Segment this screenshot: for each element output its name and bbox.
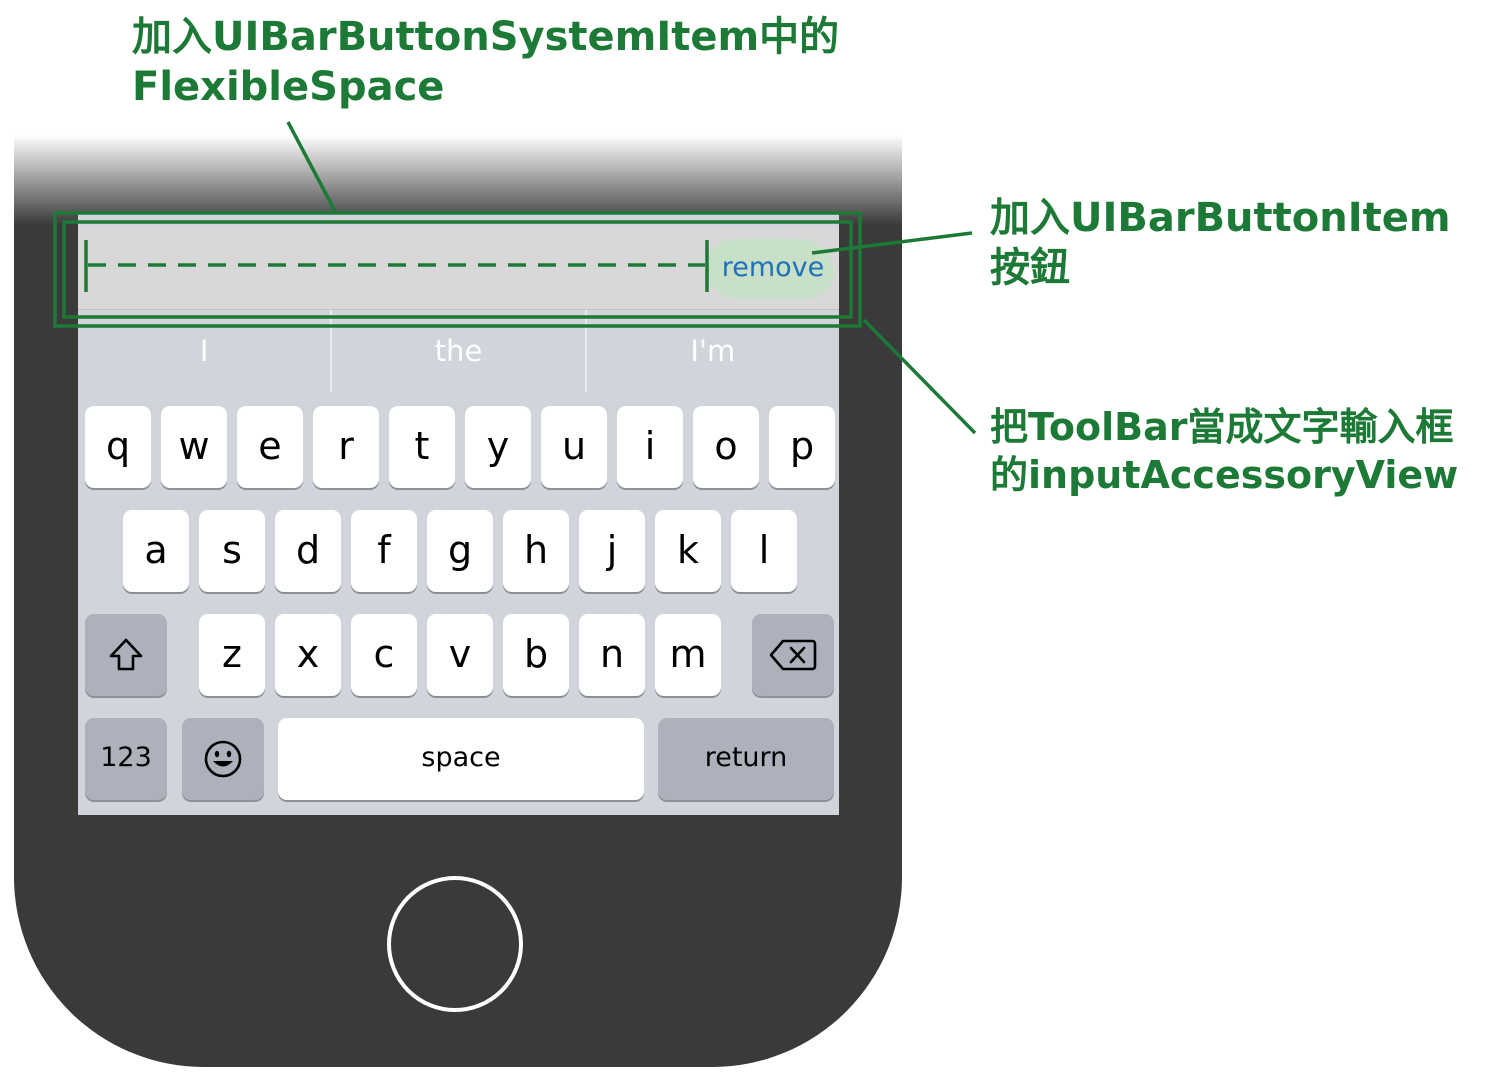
accessory-note-line2: 的inputAccessoryView: [990, 452, 1459, 497]
flexible-space-note-line1: 加入UIBarButtonSystemItem中的: [132, 14, 840, 60]
key-k[interactable]: k: [655, 510, 721, 592]
phone-top-fade: [14, 135, 902, 225]
accessory-note: 把ToolBar當成文字輸入框 的inputAccessoryView: [990, 404, 1458, 499]
key-s[interactable]: s: [199, 510, 265, 592]
return-key[interactable]: return: [658, 718, 834, 800]
suggestion-3[interactable]: I'm: [587, 310, 839, 392]
key-i[interactable]: i: [617, 406, 683, 488]
emoji-icon: [204, 740, 242, 778]
shift-icon: [109, 638, 143, 671]
key-r[interactable]: r: [313, 406, 379, 488]
key-v[interactable]: v: [427, 614, 493, 696]
key-o[interactable]: o: [693, 406, 759, 488]
suggestion-bar: I the I'm: [78, 310, 839, 392]
key-p[interactable]: p: [769, 406, 835, 488]
flexible-space-note-line2: FlexibleSpace: [132, 64, 445, 110]
key-h[interactable]: h: [503, 510, 569, 592]
bar-button-note-line1: 加入UIBarButtonItem: [990, 195, 1451, 241]
suggestion-2[interactable]: the: [332, 310, 584, 392]
key-b[interactable]: b: [503, 614, 569, 696]
remove-button[interactable]: remove: [718, 251, 828, 285]
key-j[interactable]: j: [579, 510, 645, 592]
space-key[interactable]: space: [278, 718, 644, 800]
key-e[interactable]: e: [237, 406, 303, 488]
shift-key[interactable]: [85, 614, 167, 696]
key-m[interactable]: m: [655, 614, 721, 696]
key-z[interactable]: z: [199, 614, 265, 696]
numbers-key[interactable]: 123: [85, 718, 167, 800]
bar-button-note-line2: 按鈕: [990, 245, 1070, 291]
accessory-note-line1: 把ToolBar當成文字輸入框: [990, 405, 1454, 449]
key-t[interactable]: t: [389, 406, 455, 488]
toolbar: remove: [78, 227, 839, 310]
key-w[interactable]: w: [161, 406, 227, 488]
key-x[interactable]: x: [275, 614, 341, 696]
key-c[interactable]: c: [351, 614, 417, 696]
key-d[interactable]: d: [275, 510, 341, 592]
emoji-key[interactable]: [182, 718, 264, 800]
key-n[interactable]: n: [579, 614, 645, 696]
flexible-space-note: 加入UIBarButtonSystemItem中的 FlexibleSpace: [132, 12, 839, 112]
bar-button-note: 加入UIBarButtonItem 按鈕: [990, 193, 1451, 293]
phone-body: remove I the I'm q w e r t y u i o p a s…: [14, 135, 902, 1067]
suggestion-1[interactable]: I: [78, 310, 330, 392]
delete-key[interactable]: [752, 614, 834, 696]
home-button[interactable]: [387, 876, 523, 1012]
key-u[interactable]: u: [541, 406, 607, 488]
key-q[interactable]: q: [85, 406, 151, 488]
key-y[interactable]: y: [465, 406, 531, 488]
key-g[interactable]: g: [427, 510, 493, 592]
key-l[interactable]: l: [731, 510, 797, 592]
delete-icon: [769, 639, 817, 671]
phone-screen: remove I the I'm q w e r t y u i o p a s…: [78, 213, 839, 815]
key-a[interactable]: a: [123, 510, 189, 592]
key-f[interactable]: f: [351, 510, 417, 592]
